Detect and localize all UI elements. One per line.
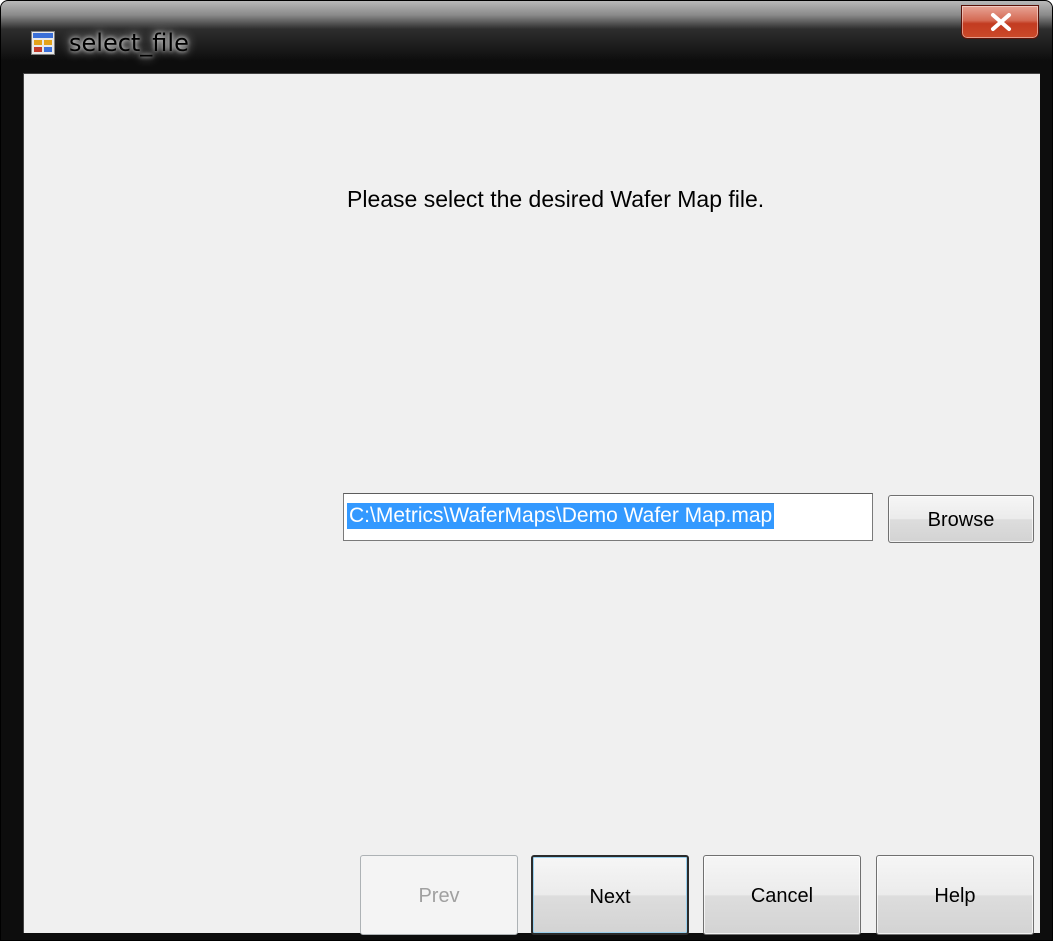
close-button[interactable]	[961, 5, 1039, 39]
browse-button-label: Browse	[927, 509, 995, 531]
cancel-button-label: Cancel	[750, 885, 814, 907]
browse-button[interactable]: Browse	[888, 495, 1034, 543]
cancel-button[interactable]: Cancel	[703, 855, 861, 935]
file-path-input[interactable]: C:\Metrics\WaferMaps\Demo Wafer Map.map	[343, 493, 873, 541]
instruction-text: Please select the desired Wafer Map file…	[347, 186, 765, 212]
window-title: select_file	[69, 29, 189, 57]
next-button[interactable]: Next	[531, 855, 689, 935]
app-form-icon	[31, 31, 55, 55]
next-button-label: Next	[589, 886, 631, 908]
file-path-value: C:\Metrics\WaferMaps\Demo Wafer Map.map	[347, 503, 775, 529]
help-button-label: Help	[934, 885, 976, 907]
dialog-window: select_file Please select the desired Wa…	[0, 0, 1053, 941]
close-icon	[991, 13, 1011, 31]
prev-button[interactable]: Prev	[360, 855, 518, 935]
dialog-body: Please select the desired Wafer Map file…	[23, 73, 1040, 935]
prev-button-label: Prev	[418, 885, 460, 907]
help-button[interactable]: Help	[876, 855, 1034, 935]
title-bar[interactable]: select_file	[1, 1, 1052, 73]
